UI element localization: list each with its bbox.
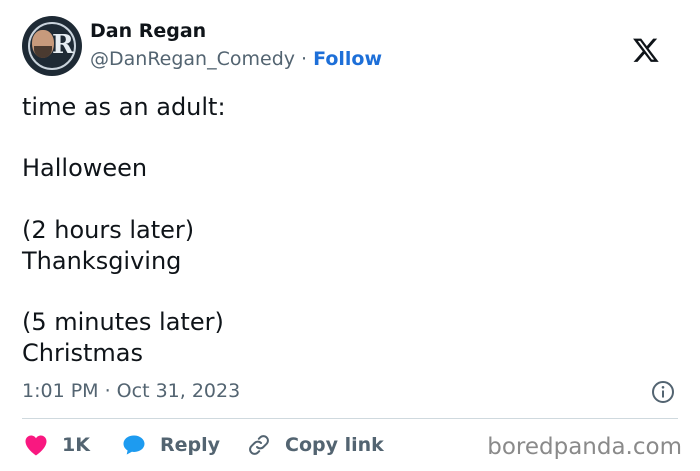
author-name[interactable]: Dan Regan (90, 20, 206, 42)
reply-label: Reply (160, 434, 221, 456)
tweet-text: time as an adult: Halloween (2 hours lat… (22, 93, 226, 367)
reply-bubble-icon (123, 435, 145, 455)
follow-button[interactable]: Follow (313, 48, 382, 70)
author-handle[interactable]: @DanRegan_Comedy (90, 48, 295, 70)
link-icon (249, 435, 269, 455)
watermark: boredpanda.com (487, 434, 682, 460)
divider (22, 418, 678, 419)
x-logo-icon[interactable] (632, 36, 660, 64)
heart-icon (25, 435, 47, 456)
info-icon[interactable] (651, 380, 675, 404)
author-handle-line: @DanRegan_Comedy · Follow (90, 48, 382, 70)
avatar[interactable]: R (22, 16, 82, 76)
tweet-timestamp[interactable]: 1:01 PM · Oct 31, 2023 (22, 380, 240, 402)
reply-button[interactable]: Reply (122, 430, 220, 460)
copy-link-label: Copy link (285, 434, 384, 456)
like-count: 1K (62, 434, 90, 456)
like-button[interactable]: 1K (24, 430, 90, 460)
copy-link-button[interactable]: Copy link (247, 430, 384, 460)
handle-separator: · (301, 48, 308, 70)
tweet-header: R Dan Regan @DanRegan_Comedy · Follow (22, 16, 682, 76)
avatar-logo-letter: R (52, 30, 74, 60)
